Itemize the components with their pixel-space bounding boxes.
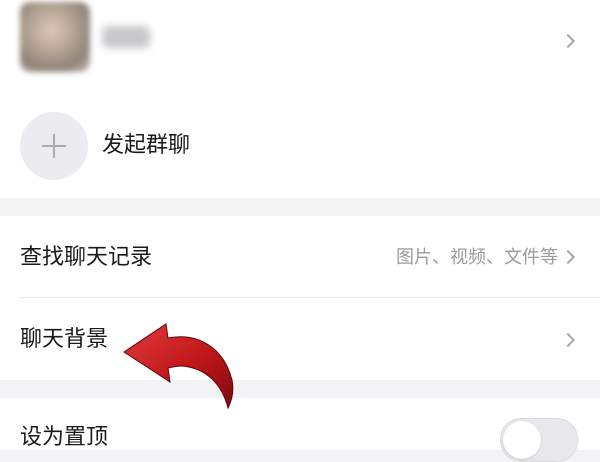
chevron-right-icon[interactable] <box>560 33 576 49</box>
member-name-blurred <box>102 26 150 48</box>
records-section: 查找聊天记录 图片、视频、文件等 聊天背景 <box>0 216 600 380</box>
find-chat-history-label: 查找聊天记录 <box>20 245 153 270</box>
pin-to-top-label: 设为置顶 <box>20 425 109 450</box>
find-chat-history-row[interactable]: 查找聊天记录 图片、视频、文件等 <box>0 216 600 297</box>
chat-background-row[interactable]: 聊天背景 <box>0 298 600 380</box>
annotation-arrow-icon <box>123 323 234 410</box>
find-chat-history-hint: 图片、视频、文件等 <box>396 247 558 268</box>
chevron-right-icon <box>560 332 576 348</box>
add-member-icon[interactable] <box>20 112 88 180</box>
members-section: 发起群聊 <box>0 0 600 198</box>
member-avatar[interactable] <box>20 2 90 72</box>
toggle-knob <box>503 421 541 459</box>
chat-background-label: 聊天背景 <box>20 327 109 352</box>
start-group-chat-label[interactable]: 发起群聊 <box>102 132 190 160</box>
chevron-right-icon <box>560 249 576 265</box>
pin-section: 设为置顶 <box>0 398 600 462</box>
pin-to-top-toggle[interactable] <box>500 418 578 462</box>
